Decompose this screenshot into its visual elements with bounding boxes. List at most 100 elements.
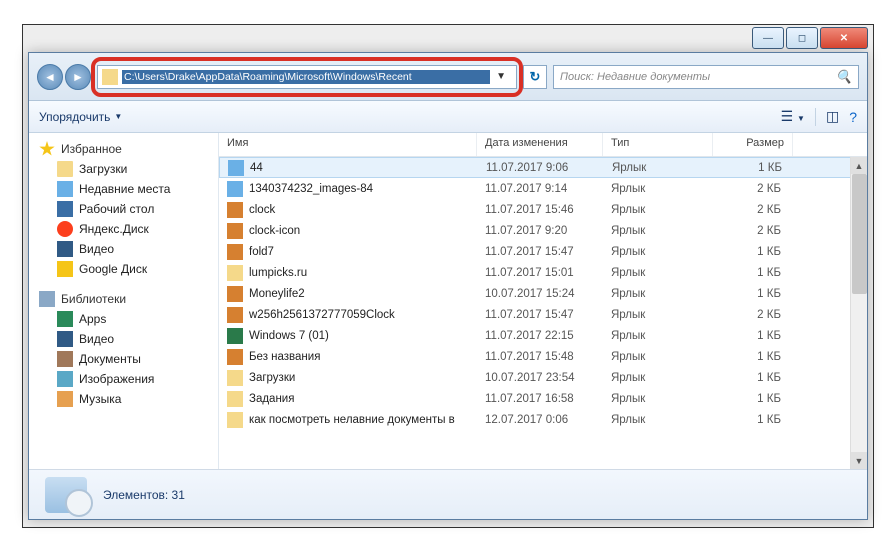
file-icon — [227, 328, 243, 344]
scrollbar[interactable]: ▲ ▼ — [850, 157, 867, 469]
search-input[interactable]: Поиск: Недавние документы 🔍 — [553, 65, 859, 89]
music-icon — [57, 391, 73, 407]
file-name: clock-icon — [249, 225, 300, 237]
address-dropdown-icon[interactable]: ▼ — [490, 71, 512, 82]
file-name: w256h2561372777059Clock — [249, 309, 395, 321]
file-size: 1 КБ — [714, 162, 794, 174]
sidebar-item-яндекс.диск[interactable]: Яндекс.Диск — [29, 219, 218, 239]
minimize-button[interactable]: — — [752, 27, 784, 49]
file-type: Ярлык — [603, 267, 713, 279]
forward-button[interactable]: ► — [65, 64, 91, 90]
gdrive-icon — [57, 261, 73, 277]
help-button[interactable]: ? — [849, 109, 857, 125]
file-date: 11.07.2017 15:46 — [477, 204, 603, 216]
sidebar-libraries-header[interactable]: Библиотеки — [29, 289, 218, 309]
file-type: Ярлык — [603, 393, 713, 405]
file-pane: Имя Дата изменения Тип Размер 4411.07.20… — [219, 133, 867, 469]
sidebar-item-label: Apps — [79, 312, 106, 326]
content-area: Избранное Загрузки Недавние местаРабочий … — [29, 133, 867, 469]
file-type: Ярлык — [603, 351, 713, 363]
address-path[interactable]: C:\Users\Drake\AppData\Roaming\Microsoft… — [122, 70, 490, 84]
scroll-up-icon[interactable]: ▲ — [851, 157, 867, 174]
table-row[interactable]: fold711.07.2017 15:47Ярлык1 КБ — [219, 241, 867, 262]
view-options-button[interactable]: ☰ ▼ — [781, 108, 805, 125]
table-row[interactable]: clock11.07.2017 15:46Ярлык2 КБ — [219, 199, 867, 220]
sidebar-item-видео[interactable]: Видео — [29, 239, 218, 259]
file-icon — [227, 412, 243, 428]
table-row[interactable]: clock-icon11.07.2017 9:20Ярлык2 КБ — [219, 220, 867, 241]
table-row[interactable]: w256h2561372777059Clock11.07.2017 15:47Я… — [219, 304, 867, 325]
sidebar-item-видео[interactable]: Видео — [29, 329, 218, 349]
titlebar: — ◻ ✕ — [752, 27, 868, 53]
sidebar-item-изображения[interactable]: Изображения — [29, 369, 218, 389]
file-type: Ярлык — [603, 183, 713, 195]
column-date[interactable]: Дата изменения — [477, 133, 603, 156]
file-type: Ярлык — [603, 309, 713, 321]
desk-icon — [57, 201, 73, 217]
apps-icon — [57, 311, 73, 327]
status-text: Элементов: 31 — [103, 488, 185, 502]
explorer-window: — ◻ ✕ ◄ ► C:\Users\Drake\AppData\Roaming… — [28, 52, 868, 520]
file-size: 2 КБ — [713, 204, 793, 216]
sidebar-libraries: Библиотеки Apps Видео Документы Изображения… — [29, 289, 218, 409]
separator — [815, 108, 816, 126]
file-size: 1 КБ — [713, 372, 793, 384]
preview-pane-button[interactable]: ◫ — [826, 108, 839, 125]
sidebar-item-музыка[interactable]: Музыка — [29, 389, 218, 409]
back-button[interactable]: ◄ — [37, 64, 63, 90]
table-row[interactable]: как посмотреть нелавние документы в12.07… — [219, 409, 867, 430]
table-row[interactable]: Moneylife210.07.2017 15:24Ярлык1 КБ — [219, 283, 867, 304]
file-date: 11.07.2017 16:58 — [477, 393, 603, 405]
sidebar-item-google диск[interactable]: Google Диск — [29, 259, 218, 279]
scroll-thumb[interactable] — [852, 174, 867, 294]
file-size: 2 КБ — [713, 309, 793, 321]
column-size[interactable]: Размер — [713, 133, 793, 156]
organize-menu[interactable]: Упорядочить ▼ — [39, 110, 122, 124]
table-row[interactable]: Задания11.07.2017 16:58Ярлык1 КБ — [219, 388, 867, 409]
maximize-button[interactable]: ◻ — [786, 27, 818, 49]
sidebar-item-label: Видео — [79, 242, 114, 256]
file-size: 1 КБ — [713, 288, 793, 300]
table-row[interactable]: Без названия11.07.2017 15:48Ярлык1 КБ — [219, 346, 867, 367]
doc-icon — [57, 351, 73, 367]
column-type[interactable]: Тип — [603, 133, 713, 156]
sidebar-item-label: Музыка — [79, 392, 121, 406]
file-date: 11.07.2017 15:01 — [477, 267, 603, 279]
file-name: Загрузки — [249, 372, 295, 384]
folder-icon — [57, 161, 73, 177]
sidebar-item-документы[interactable]: Документы — [29, 349, 218, 369]
sidebar-item-label: Изображения — [79, 372, 154, 386]
sidebar-item-недавние места[interactable]: Недавние места — [29, 179, 218, 199]
table-row[interactable]: 4411.07.2017 9:06Ярлык1 КБ — [219, 157, 867, 178]
video-icon — [57, 241, 73, 257]
sidebar-item-загрузки[interactable]: Загрузки — [29, 159, 218, 179]
file-icon — [227, 307, 243, 323]
refresh-button[interactable]: ↻ — [523, 65, 547, 89]
sidebar-item-apps[interactable]: Apps — [29, 309, 218, 329]
file-name: Задания — [249, 393, 294, 405]
sidebar-item-label: Загрузки — [79, 162, 127, 176]
file-type: Ярлык — [603, 372, 713, 384]
table-row[interactable]: lumpicks.ru11.07.2017 15:01Ярлык1 КБ — [219, 262, 867, 283]
address-bar[interactable]: C:\Users\Drake\AppData\Roaming\Microsoft… — [97, 65, 517, 89]
table-row[interactable]: Windows 7 (01)11.07.2017 22:15Ярлык1 КБ — [219, 325, 867, 346]
sidebar-item-рабочий стол[interactable]: Рабочий стол — [29, 199, 218, 219]
file-icon — [227, 181, 243, 197]
column-name[interactable]: Имя — [219, 133, 477, 156]
file-icon — [227, 370, 243, 386]
close-button[interactable]: ✕ — [820, 27, 868, 49]
folder-icon — [102, 69, 118, 85]
sidebar-favorites-header[interactable]: Избранное — [29, 139, 218, 159]
table-row[interactable]: Загрузки10.07.2017 23:54Ярлык1 КБ — [219, 367, 867, 388]
file-name: clock — [249, 204, 275, 216]
table-row[interactable]: 1340374232_images-8411.07.2017 9:14Ярлык… — [219, 178, 867, 199]
scroll-down-icon[interactable]: ▼ — [851, 452, 867, 469]
file-name: Без названия — [249, 351, 320, 363]
ydisk-icon — [57, 221, 73, 237]
file-date: 11.07.2017 15:48 — [477, 351, 603, 363]
sidebar-favorites: Избранное Загрузки Недавние местаРабочий … — [29, 139, 218, 279]
organize-label: Упорядочить — [39, 110, 110, 124]
library-icon — [39, 291, 55, 307]
search-placeholder: Поиск: Недавние документы — [560, 71, 710, 83]
sidebar-item-label: Документы — [79, 352, 141, 366]
